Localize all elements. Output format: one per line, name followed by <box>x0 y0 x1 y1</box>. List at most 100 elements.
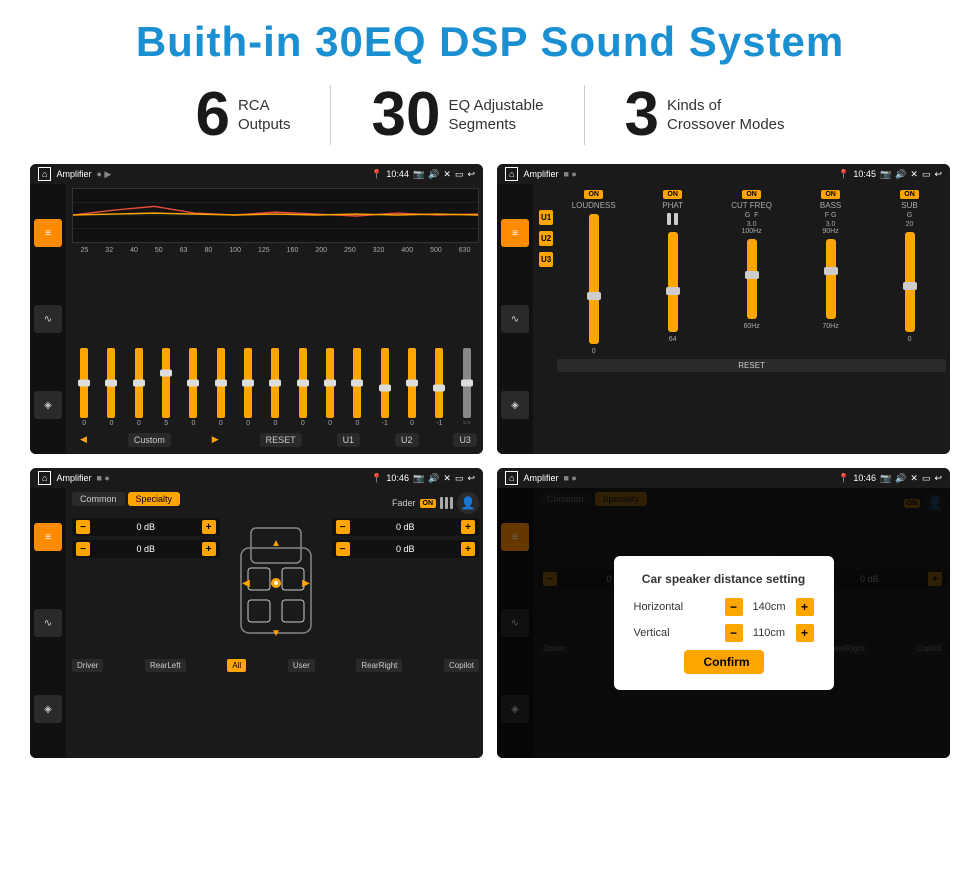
rearleft-label-3[interactable]: RearLeft <box>145 659 186 672</box>
app-name-1: Amplifier <box>56 169 91 179</box>
copilot-label-3[interactable]: Copilot <box>444 659 479 672</box>
slider-loudness[interactable] <box>589 214 599 344</box>
crossover-sliders-area: ON LOUDNESS 0 ON PHAT <box>557 190 946 448</box>
close-icon-3: ✕ <box>443 473 451 484</box>
col-phat: ON PHAT 64 <box>636 190 709 355</box>
rearright-label-3[interactable]: RearRight <box>356 659 402 672</box>
on-badge-sub: ON <box>900 190 919 199</box>
eq-slider-2[interactable]: 0 <box>99 348 123 427</box>
u1-btn[interactable]: U1 <box>337 433 361 447</box>
db-plus-rr[interactable]: + <box>461 542 475 556</box>
slider-bass[interactable] <box>826 239 836 319</box>
eq-slider-4[interactable]: 5 <box>154 348 178 427</box>
eq-slider-1[interactable]: 0 <box>72 348 96 427</box>
svg-text:▶: ▶ <box>302 578 310 589</box>
custom-btn[interactable]: Custom <box>128 433 171 447</box>
stat-number-eq: 30 <box>371 84 440 146</box>
home-icon-3[interactable]: ⌂ <box>38 471 51 485</box>
screen2-body: ≡ ∿ ◈ U1 U2 U3 <box>497 184 950 454</box>
modal-overlay: Car speaker distance setting Horizontal … <box>497 488 950 758</box>
speaker-icon-btn-2[interactable]: ◈ <box>501 391 529 419</box>
eq-slider-10[interactable]: 0 <box>318 348 342 427</box>
home-icon-1[interactable]: ⌂ <box>38 167 51 181</box>
u3-preset-btn[interactable]: U3 <box>539 252 553 267</box>
fader-header: Fader ON 👤 <box>392 492 479 514</box>
user-label-3[interactable]: User <box>288 659 315 672</box>
u2-btn[interactable]: U2 <box>395 433 419 447</box>
window-icon-4: ▭ <box>922 473 931 484</box>
vertical-plus-btn[interactable]: + <box>796 624 814 642</box>
prev-btn[interactable]: ◀ <box>74 432 93 447</box>
db-minus-rl[interactable]: − <box>76 542 90 556</box>
eq-icon-btn-3[interactable]: ≡ <box>34 523 62 551</box>
horizontal-control: − 140cm + <box>725 598 814 616</box>
status-bar-4: ⌂ Amplifier ■ ● 📍 10:46 📷 🔊 ✕ ▭ ↩ <box>497 468 950 488</box>
svg-text:◀: ◀ <box>242 578 250 589</box>
eq-slider-13[interactable]: 0 <box>400 348 424 427</box>
tab-common-3[interactable]: Common <box>72 492 125 506</box>
slider-cutfreq[interactable] <box>747 239 757 319</box>
db-plus-rl[interactable]: + <box>202 542 216 556</box>
db-minus-rr[interactable]: − <box>336 542 350 556</box>
col-loudness: ON LOUDNESS 0 <box>557 190 630 355</box>
u1-preset-btn[interactable]: U1 <box>539 210 553 225</box>
eq-slider-11[interactable]: 0 <box>345 348 369 427</box>
speaker-icon-btn-3[interactable]: ◈ <box>34 695 62 723</box>
speaker-icon-btn[interactable]: ◈ <box>34 391 62 419</box>
fader-left: − 0 dB + − 0 dB + <box>72 518 220 653</box>
home-icon-2[interactable]: ⌂ <box>505 167 518 181</box>
wave-icon-btn-3[interactable]: ∿ <box>34 609 62 637</box>
camera-icon-3: 📷 <box>413 473 424 484</box>
eq-slider-9[interactable]: 0 <box>291 348 315 427</box>
slider-phat[interactable] <box>668 232 678 332</box>
horizontal-minus-btn[interactable]: − <box>725 598 743 616</box>
eq-slider-12[interactable]: -1 <box>373 348 397 427</box>
wave-icon-btn[interactable]: ∿ <box>34 305 62 333</box>
volume-icon-3: 🔊 <box>428 473 439 484</box>
modal-row-vertical: Vertical − 110cm + <box>634 624 814 642</box>
reset-btn-2[interactable]: RESET <box>557 359 946 372</box>
driver-label-3[interactable]: Driver <box>72 659 103 672</box>
fader-label: Fader <box>392 498 416 508</box>
modal-row-horizontal: Horizontal − 140cm + <box>634 598 814 616</box>
eq-slider-3[interactable]: 0 <box>127 348 151 427</box>
eq-icon-btn[interactable]: ≡ <box>34 219 62 247</box>
on-badge-bass: ON <box>821 190 840 199</box>
eq-slider-8[interactable]: 0 <box>263 348 287 427</box>
db-minus-fl[interactable]: − <box>76 520 90 534</box>
app-name-4: Amplifier <box>523 473 558 483</box>
home-icon-4[interactable]: ⌂ <box>505 471 518 485</box>
db-plus-fr[interactable]: + <box>461 520 475 534</box>
distance-modal: Car speaker distance setting Horizontal … <box>614 556 834 690</box>
camera-icon-2: 📷 <box>880 169 891 180</box>
reset-btn-1[interactable]: RESET <box>260 433 302 447</box>
stat-number-crossover: 3 <box>625 84 659 146</box>
eq-slider-5[interactable]: 0 <box>181 348 205 427</box>
window-icon-1: ▭ <box>455 169 464 180</box>
db-plus-fl[interactable]: + <box>202 520 216 534</box>
u2-preset-btn[interactable]: U2 <box>539 231 553 246</box>
slider-sub[interactable] <box>905 232 915 332</box>
vertical-minus-btn[interactable]: − <box>725 624 743 642</box>
all-label-3[interactable]: All <box>227 659 246 672</box>
play-btn[interactable]: ▶ <box>206 432 225 447</box>
vertical-label: Vertical <box>634 627 670 639</box>
svg-text:▼: ▼ <box>271 628 281 639</box>
fader-on-badge: ON <box>420 499 437 508</box>
stat-eq: 30 EQ Adjustable Segments <box>331 84 583 146</box>
eq-slider-14[interactable]: -1 <box>427 348 451 427</box>
eq-icon-btn-2[interactable]: ≡ <box>501 219 529 247</box>
eq-slider-15[interactable]: >> <box>455 348 479 427</box>
db-minus-fr[interactable]: − <box>336 520 350 534</box>
back-icon-3: ↩ <box>467 473 475 484</box>
wave-icon-btn-2[interactable]: ∿ <box>501 305 529 333</box>
u3-btn[interactable]: U3 <box>453 433 477 447</box>
camera-icon-1: 📷 <box>413 169 424 180</box>
eq-slider-7[interactable]: 0 <box>236 348 260 427</box>
eq-slider-6[interactable]: 0 <box>209 348 233 427</box>
tab-specialty-3[interactable]: Specialty <box>128 492 181 506</box>
horizontal-plus-btn[interactable]: + <box>796 598 814 616</box>
confirm-button[interactable]: Confirm <box>684 650 764 674</box>
column-headers: ON LOUDNESS 0 ON PHAT <box>557 190 946 355</box>
status-dots-4: ■ ● <box>563 473 576 483</box>
